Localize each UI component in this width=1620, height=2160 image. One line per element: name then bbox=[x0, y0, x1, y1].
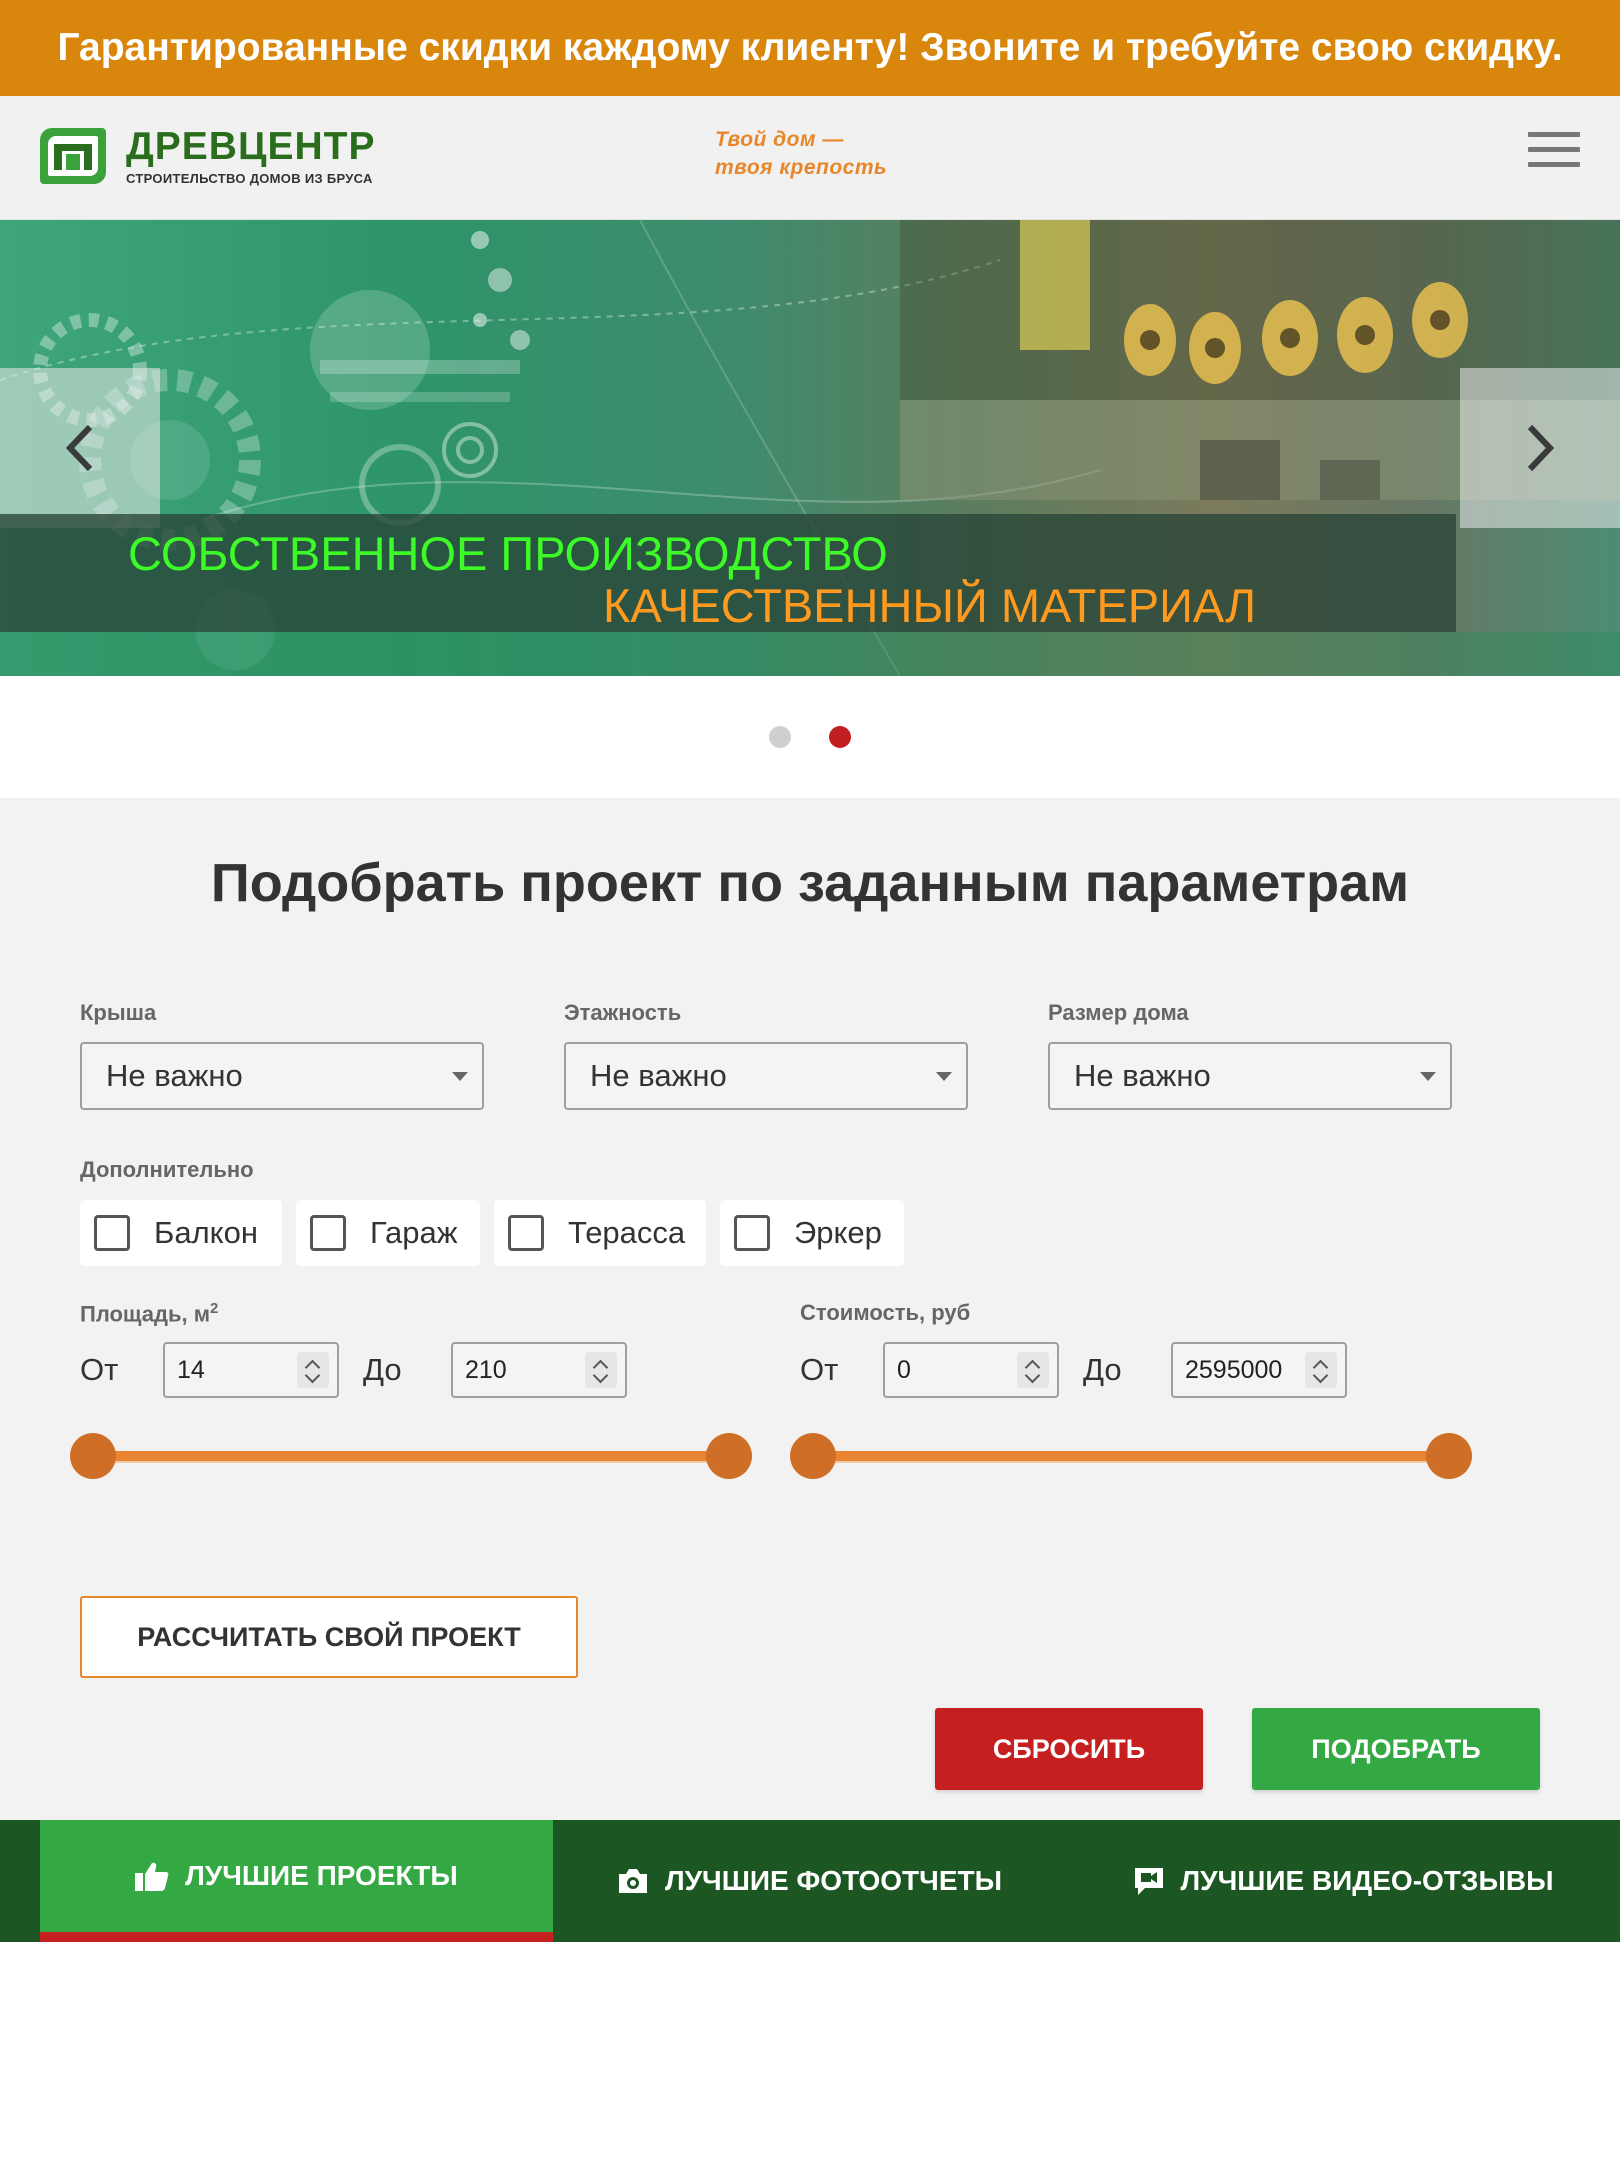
content-tabs: ЛУЧШИЕ ПРОЕКТЫ ЛУЧШИЕ ФОТООТЧЕТЫ ЛУЧШИЕ … bbox=[0, 1820, 1620, 1942]
floors-select-value: Не важно bbox=[590, 1058, 727, 1093]
area-to-input[interactable]: 210 bbox=[451, 1342, 627, 1398]
stepper-icon[interactable] bbox=[1305, 1352, 1337, 1388]
checkbox-terrace[interactable]: Терасса bbox=[494, 1200, 706, 1266]
house-size-label: Размер дома bbox=[1048, 1000, 1189, 1025]
area-from-value: 14 bbox=[177, 1355, 205, 1384]
area-range-min-handle[interactable] bbox=[70, 1433, 116, 1479]
caret-down-icon bbox=[936, 1072, 952, 1081]
slogan-line-1: Твой дом — bbox=[715, 128, 844, 151]
checkbox-bay-window-label: Эркер bbox=[794, 1215, 882, 1250]
price-label: Стоимость, руб bbox=[800, 1300, 971, 1325]
stepper-icon[interactable] bbox=[585, 1352, 617, 1388]
hamburger-icon[interactable] bbox=[1528, 132, 1580, 174]
house-size-select-value: Не важно bbox=[1074, 1058, 1211, 1093]
tab-best-video-reviews[interactable]: ЛУЧШИЕ ВИДЕО-ОТЗЫВЫ bbox=[1066, 1820, 1620, 1942]
logo-mark-icon bbox=[40, 128, 106, 184]
slider-prev-button[interactable] bbox=[0, 368, 160, 528]
roof-label: Крыша bbox=[80, 1000, 157, 1025]
checkbox-box[interactable] bbox=[734, 1215, 770, 1251]
checkbox-bay-window[interactable]: Эркер bbox=[720, 1200, 904, 1266]
checkbox-garage-label: Гараж bbox=[370, 1215, 458, 1250]
checkbox-box[interactable] bbox=[310, 1215, 346, 1251]
hero-slider: СОБСТВЕННОЕ ПРОИЗВОДСТВО КАЧЕСТВЕННЫЙ МА… bbox=[0, 220, 1620, 676]
floors-select[interactable]: Не важно bbox=[564, 1042, 968, 1110]
video-camera-icon bbox=[1134, 1868, 1163, 1895]
checkbox-garage[interactable]: Гараж bbox=[296, 1200, 480, 1266]
area-to-value: 210 bbox=[465, 1355, 507, 1384]
tab-best-projects-label: ЛУЧШИЕ ПРОЕКТЫ bbox=[185, 1860, 458, 1891]
checkbox-terrace-label: Терасса bbox=[568, 1215, 686, 1250]
tab-best-video-reviews-label: ЛУЧШИЕ ВИДЕО-ОТЗЫВЫ bbox=[1180, 1865, 1554, 1896]
area-from-label: От bbox=[80, 1352, 119, 1387]
slider-next-button[interactable] bbox=[1460, 368, 1620, 528]
price-range-max-handle[interactable] bbox=[1426, 1433, 1472, 1479]
stepper-icon[interactable] bbox=[1017, 1352, 1049, 1388]
price-to-input[interactable]: 2595000 bbox=[1171, 1342, 1347, 1398]
roof-select[interactable]: Не важно bbox=[80, 1042, 484, 1110]
logo-tagline: СТРОИТЕЛЬСТВО ДОМОВ ИЗ БРУСА bbox=[126, 170, 373, 186]
thumbs-up-icon bbox=[135, 1862, 169, 1891]
slide-caption: СОБСТВЕННОЕ ПРОИЗВОДСТВО КАЧЕСТВЕННЫЙ МА… bbox=[0, 514, 1456, 632]
checkbox-balcony-label: Балкон bbox=[154, 1215, 258, 1250]
promo-text: Гарантированные скидки каждому клиенту! … bbox=[57, 26, 1563, 69]
caret-down-icon bbox=[1420, 1072, 1436, 1081]
slider-dot-2[interactable] bbox=[829, 726, 851, 748]
checkbox-balcony[interactable]: Балкон bbox=[80, 1200, 282, 1266]
stepper-icon[interactable] bbox=[297, 1352, 329, 1388]
roof-select-value: Не важно bbox=[106, 1058, 243, 1093]
floors-label: Этажность bbox=[564, 1000, 682, 1025]
tab-best-projects[interactable]: ЛУЧШИЕ ПРОЕКТЫ bbox=[40, 1820, 553, 1942]
tab-best-photo-reports-label: ЛУЧШИЕ ФОТООТЧЕТЫ bbox=[664, 1865, 1003, 1896]
area-from-input[interactable]: 14 bbox=[163, 1342, 339, 1398]
slider-dot-1[interactable] bbox=[769, 726, 791, 748]
area-to-label: До bbox=[363, 1352, 402, 1387]
slider-pagination bbox=[0, 726, 1620, 748]
chevron-left-icon bbox=[65, 424, 93, 472]
extras-label: Дополнительно bbox=[80, 1157, 254, 1182]
slide-caption-line-2: КАЧЕСТВЕННЫЙ МАТЕРИАЛ bbox=[603, 579, 1257, 632]
reset-button[interactable]: СБРОСИТЬ bbox=[935, 1708, 1203, 1790]
area-label: Площадь, м2 bbox=[80, 1300, 218, 1327]
area-range-track[interactable] bbox=[92, 1451, 728, 1463]
tab-best-photo-reports[interactable]: ЛУЧШИЕ ФОТООТЧЕТЫ bbox=[553, 1820, 1066, 1942]
logo[interactable]: ДРЕВЦЕНТР СТРОИТЕЛЬСТВО ДОМОВ ИЗ БРУСА bbox=[38, 126, 375, 186]
price-to-value: 2595000 bbox=[1185, 1355, 1283, 1384]
price-range-track[interactable] bbox=[812, 1451, 1448, 1463]
slide-caption-line-1: СОБСТВЕННОЕ ПРОИЗВОДСТВО bbox=[128, 527, 888, 580]
price-from-value: 0 bbox=[897, 1355, 911, 1384]
checkbox-box[interactable] bbox=[94, 1215, 130, 1251]
finder-title: Подобрать проект по заданным параметрам bbox=[210, 853, 1410, 913]
house-size-select[interactable]: Не важно bbox=[1048, 1042, 1452, 1110]
price-from-input[interactable]: 0 bbox=[883, 1342, 1059, 1398]
area-label-sup: 2 bbox=[210, 1300, 219, 1317]
caret-down-icon bbox=[452, 1072, 468, 1081]
slogan: Твой дом — твоя крепость bbox=[715, 126, 887, 182]
promo-bar: Гарантированные скидки каждому клиенту! … bbox=[0, 0, 1620, 96]
checkbox-box[interactable] bbox=[508, 1215, 544, 1251]
price-from-label: От bbox=[800, 1352, 839, 1387]
logo-name: ДРЕВЦЕНТР bbox=[126, 124, 376, 168]
area-label-text: Площадь, м bbox=[80, 1301, 210, 1327]
camera-icon bbox=[618, 1869, 647, 1893]
find-button[interactable]: ПОДОБРАТЬ bbox=[1252, 1708, 1540, 1790]
area-range-max-handle[interactable] bbox=[706, 1433, 752, 1479]
chevron-right-icon bbox=[1527, 424, 1555, 472]
slogan-line-2: твоя крепость bbox=[715, 156, 887, 179]
price-range-min-handle[interactable] bbox=[790, 1433, 836, 1479]
calculate-project-button[interactable]: РАССЧИТАТЬ СВОЙ ПРОЕКТ bbox=[80, 1596, 578, 1678]
site-header: ДРЕВЦЕНТР СТРОИТЕЛЬСТВО ДОМОВ ИЗ БРУСА Т… bbox=[0, 96, 1620, 220]
price-to-label: До bbox=[1083, 1352, 1122, 1387]
